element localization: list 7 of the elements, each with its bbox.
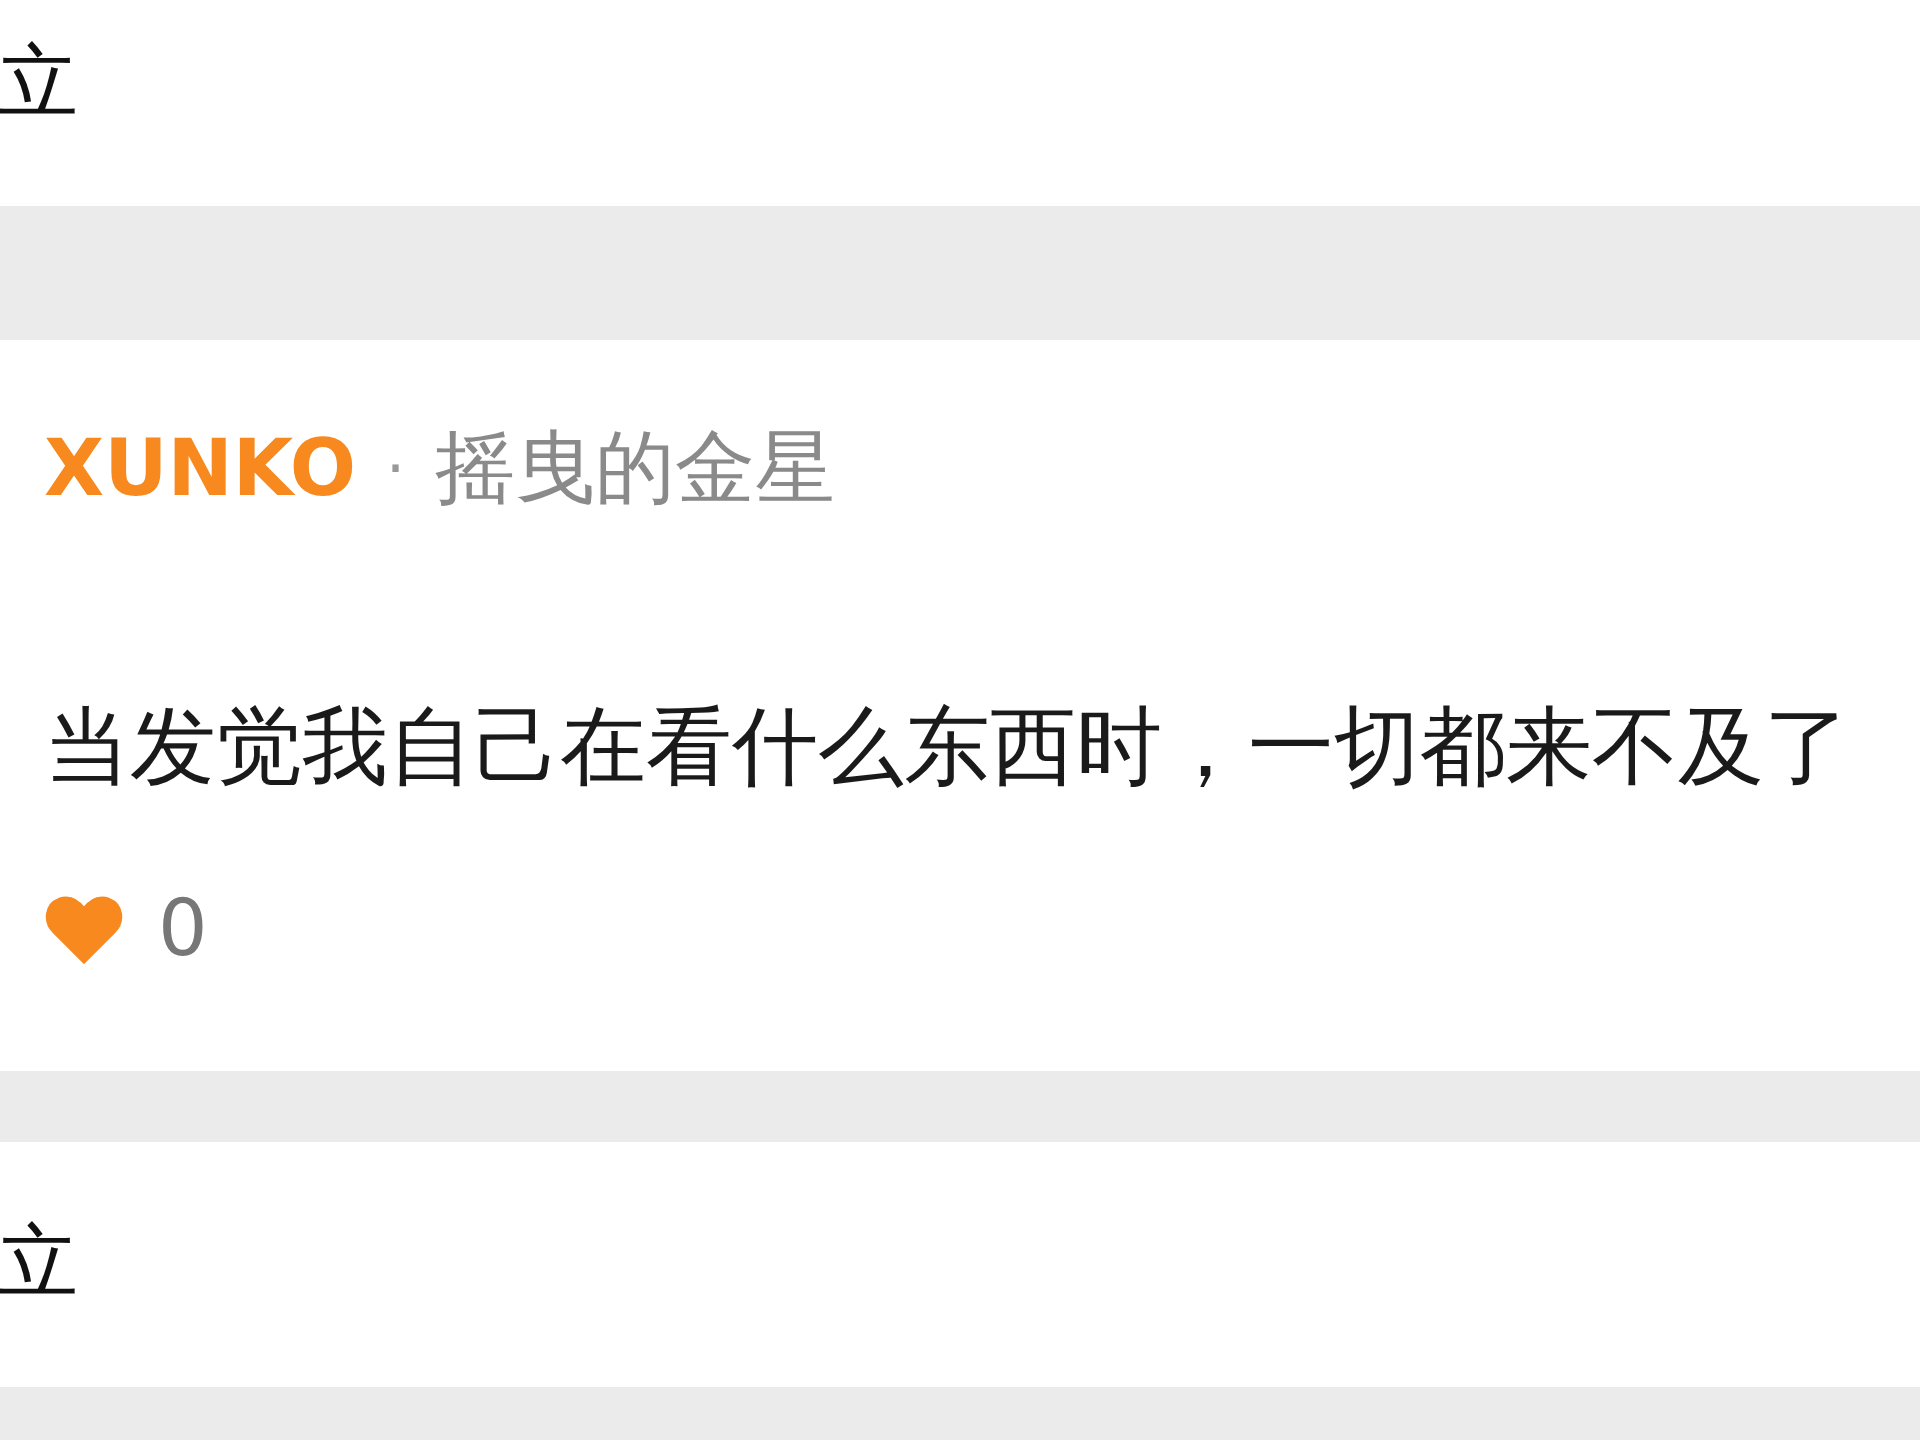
user-subtitle: 摇曳的金星 <box>435 428 836 508</box>
like-count: 0 <box>158 889 208 967</box>
comment-text: 当发觉我自己在看什么东西时，一切都来不及了 <box>44 703 1851 789</box>
username[interactable]: XUNKO <box>44 429 356 507</box>
comment-text: 立 <box>0 34 78 122</box>
separator: · <box>386 438 406 498</box>
comment-text: 立 <box>0 1214 78 1302</box>
